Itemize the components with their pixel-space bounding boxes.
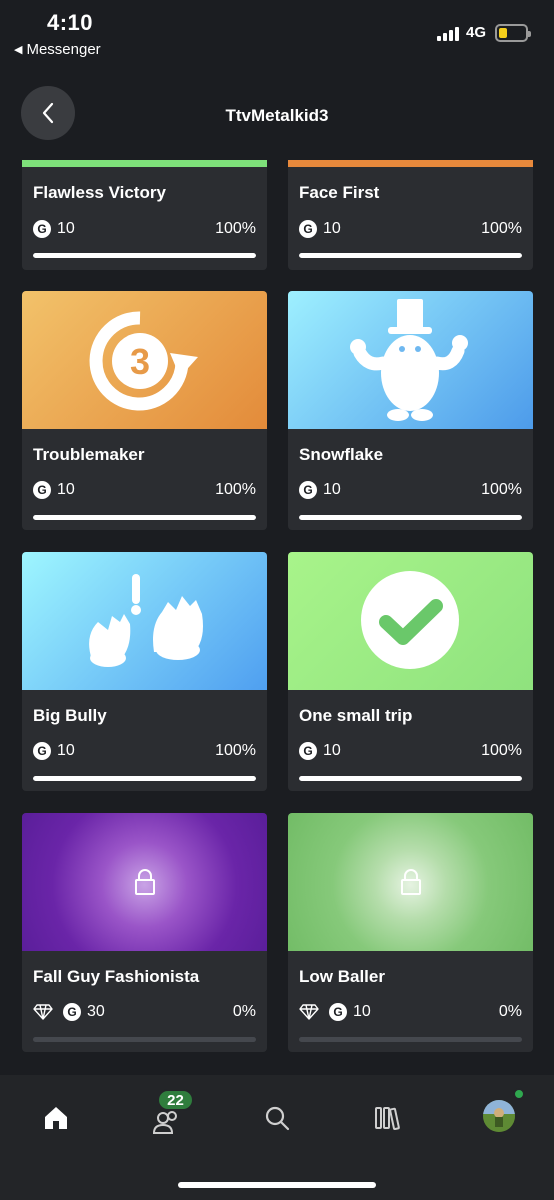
gamerscore-value: 10 xyxy=(323,481,341,498)
achievement-meta: G 30 0% xyxy=(33,1002,256,1022)
card-accent-stripe xyxy=(288,160,533,167)
signal-icon xyxy=(437,27,459,41)
online-status-dot xyxy=(513,1088,525,1100)
rare-gem-icon xyxy=(299,1004,319,1020)
achievement-card-troublemaker[interactable]: 3 Troublemaker G 10 100% xyxy=(22,291,267,530)
progress-bar xyxy=(33,1037,256,1042)
gamerscore-icon: G xyxy=(33,481,51,499)
progress-bar xyxy=(33,776,256,781)
unlock-percent: 0% xyxy=(498,1003,522,1020)
battery-icon xyxy=(495,24,531,42)
network-type: 4G xyxy=(466,24,487,41)
avatar-image xyxy=(483,1100,515,1132)
progress-bar xyxy=(299,253,522,258)
home-indicator xyxy=(178,1182,376,1188)
svg-text:3: 3 xyxy=(130,341,150,382)
achievement-card-snowflake[interactable]: Snowflake G 10 100% xyxy=(288,291,533,530)
unlock-percent: 100% xyxy=(481,220,522,237)
achievement-art-locked xyxy=(288,813,533,951)
gamerscore-value: 10 xyxy=(353,1003,371,1020)
achievement-card-face-first[interactable]: Face First G 10 100% xyxy=(288,160,533,270)
back-to-app-link[interactable]: ◀ Messenger xyxy=(14,41,101,58)
friends-icon xyxy=(152,1111,177,1134)
checkmark-icon xyxy=(361,571,459,669)
achievement-card-one-small-trip[interactable]: One small trip G 10 100% xyxy=(288,552,533,791)
achievement-name: Fall Guy Fashionista xyxy=(33,967,200,986)
achievement-meta: G 10 100% xyxy=(33,741,256,761)
nav-search[interactable] xyxy=(257,1103,297,1133)
progress-bar xyxy=(299,776,522,781)
nav-friends[interactable] xyxy=(146,1107,186,1137)
achievement-art xyxy=(288,291,533,429)
lock-icon xyxy=(400,869,421,895)
header: TtvMetalkid3 xyxy=(0,82,554,148)
achievement-meta: G 10 100% xyxy=(33,480,256,500)
achievement-art-locked xyxy=(22,813,267,951)
achievement-art xyxy=(22,552,267,690)
progress-bar xyxy=(299,1037,522,1042)
achievement-name: Low Baller xyxy=(299,967,385,986)
gamerscore-icon: G xyxy=(299,481,317,499)
achievement-card-flawless-victory[interactable]: Flawless Victory G 10 100% xyxy=(22,160,267,270)
fall-guy-tophat-icon xyxy=(350,299,468,421)
achievement-meta: G 10 100% xyxy=(299,480,522,500)
home-icon xyxy=(45,1107,67,1129)
unlock-percent: 100% xyxy=(215,742,256,759)
lock-icon xyxy=(134,869,155,895)
gamerscore-value: 10 xyxy=(57,481,75,498)
gamerscore-value: 10 xyxy=(323,220,341,237)
gamerscore-value: 30 xyxy=(87,1003,105,1020)
unlock-percent: 100% xyxy=(215,481,256,498)
progress-bar xyxy=(33,253,256,258)
gamerscore-icon: G xyxy=(329,1003,347,1021)
status-bar: 4:10 ◀ Messenger 4G xyxy=(0,0,554,70)
search-icon xyxy=(265,1106,290,1131)
achievement-name: Big Bully xyxy=(33,706,107,725)
gamerscore-icon: G xyxy=(33,220,51,238)
achievement-meta: G 10 100% xyxy=(299,219,522,239)
achievement-art xyxy=(288,552,533,690)
progress-bar xyxy=(33,515,256,520)
profile-avatar[interactable] xyxy=(483,1100,515,1132)
gamerscore-value: 10 xyxy=(323,742,341,759)
achievement-card-fall-guy-fashionista[interactable]: Fall Guy Fashionista G 30 0% xyxy=(22,813,267,1052)
card-accent-stripe xyxy=(22,160,267,167)
gamerscore-value: 10 xyxy=(57,742,75,759)
achievement-card-low-baller[interactable]: Low Baller G 10 0% xyxy=(288,813,533,1052)
gamerscore-icon: G xyxy=(299,220,317,238)
restart-3-icon: 3 xyxy=(89,311,198,411)
achievement-name: Snowflake xyxy=(299,445,384,464)
achievement-card-big-bully[interactable]: Big Bully G 10 100% xyxy=(22,552,267,791)
gamerscore-icon: G xyxy=(63,1003,81,1021)
achievement-meta: G 10 100% xyxy=(33,219,256,239)
unlock-percent: 0% xyxy=(232,1003,256,1020)
achievement-name: One small trip xyxy=(299,706,413,725)
rare-gem-icon xyxy=(33,1004,53,1020)
unlock-percent: 100% xyxy=(481,481,522,498)
nav-home[interactable] xyxy=(36,1103,76,1133)
library-icon xyxy=(375,1107,400,1131)
achievement-name: Face First xyxy=(299,183,380,202)
achievement-name: Troublemaker xyxy=(33,445,145,464)
achievement-meta: G 10 100% xyxy=(299,741,522,761)
achievement-art: 3 xyxy=(22,291,267,429)
unlock-percent: 100% xyxy=(215,220,256,237)
clock: 4:10 xyxy=(47,10,94,35)
gamerscore-icon: G xyxy=(33,742,51,760)
back-triangle-icon: ◀ xyxy=(14,44,23,56)
achievement-meta: G 10 0% xyxy=(299,1002,522,1022)
grabbing-hands-icon xyxy=(89,574,203,667)
back-app-label: Messenger xyxy=(26,41,101,58)
page-title: TtvMetalkid3 xyxy=(225,106,329,125)
unlock-percent: 100% xyxy=(481,742,522,759)
progress-bar xyxy=(299,515,522,520)
gamerscore-icon: G xyxy=(299,742,317,760)
nav-library[interactable] xyxy=(368,1103,408,1133)
friends-count-badge: 22 xyxy=(157,1089,194,1111)
gamerscore-value: 10 xyxy=(57,220,75,237)
achievement-name: Flawless Victory xyxy=(33,183,166,202)
